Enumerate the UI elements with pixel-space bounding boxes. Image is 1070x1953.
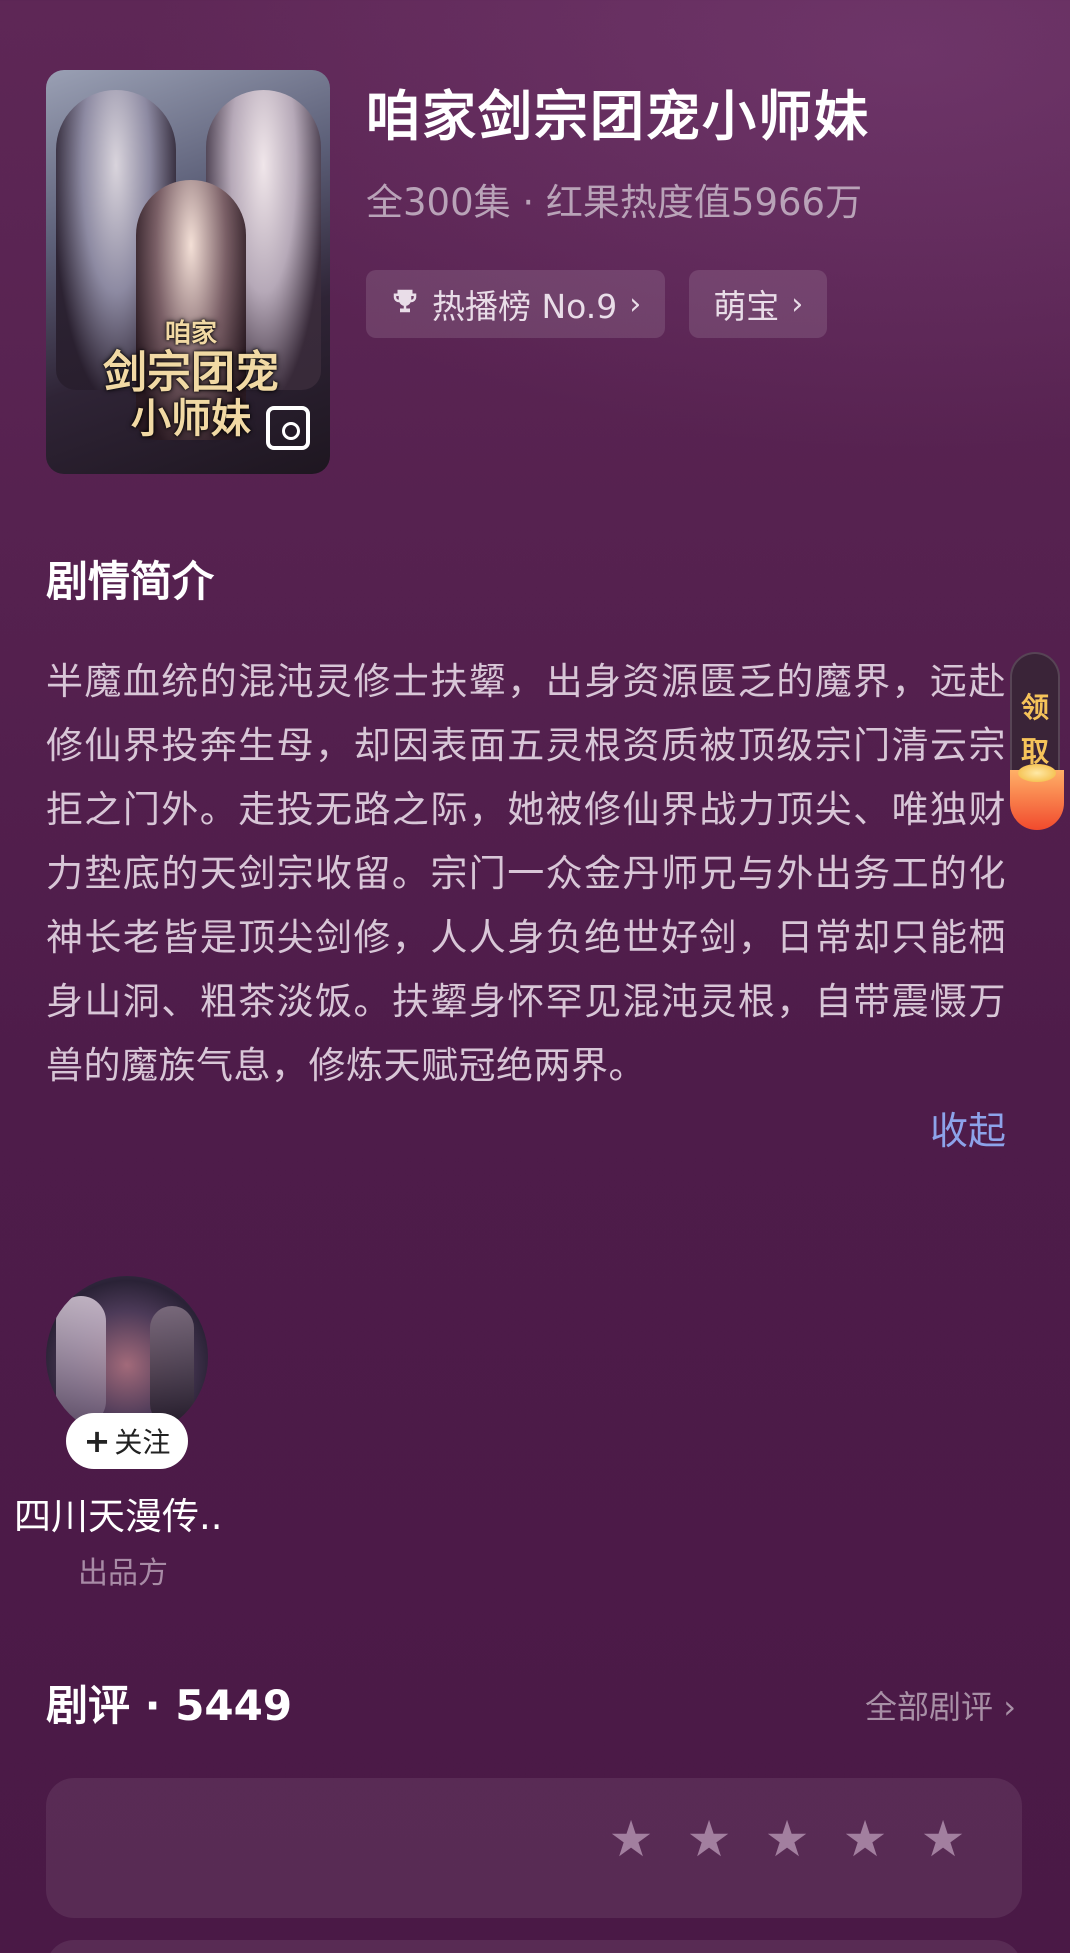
producer-name[interactable]: 四川天漫传..	[14, 1486, 223, 1540]
star-icon[interactable]: ★	[608, 1814, 654, 1864]
rate-card[interactable]: ★ ★ ★ ★ ★	[46, 1778, 1022, 1918]
star-icon[interactable]: ★	[686, 1814, 732, 1864]
star-icon[interactable]: ★	[920, 1814, 966, 1864]
reviews-heading: 剧评 · 5449	[46, 1681, 293, 1730]
synopsis-text: 半魔血统的混沌灵修士扶颦，出身资源匮乏的魔界，远赴修仙界投奔生母，却因表面五灵根…	[46, 660, 1006, 1087]
cover-image[interactable]: 咱家 剑宗团宠 小师妹	[46, 70, 330, 474]
follow-label: 关注	[114, 1426, 171, 1459]
collapse-link[interactable]: 收起	[930, 1100, 1006, 1155]
claim-reward-button[interactable]: 领 取	[1010, 652, 1064, 830]
tag-label: 热播榜 No.9	[432, 287, 618, 326]
tag-ranking[interactable]: 热播榜 No.9 ›	[366, 270, 666, 338]
producer-role: 出品方	[78, 1556, 168, 1591]
follow-button[interactable]: + 关注	[66, 1413, 188, 1469]
show-title: 咱家剑宗团宠小师妹	[366, 85, 870, 148]
chevron-right-icon: ›	[791, 286, 804, 322]
star-icon[interactable]: ★	[842, 1814, 888, 1864]
cover-title-art-line: 剑宗团宠	[103, 346, 279, 398]
review-card-next	[46, 1940, 1022, 1953]
tag-row: 热播榜 No.9 › 萌宝 ›	[366, 270, 828, 338]
synopsis-heading: 剧情简介	[46, 557, 215, 606]
chevron-right-icon: ›	[629, 286, 642, 322]
badge-logo-icon	[266, 406, 310, 450]
cover-title-art-line: 咱家	[164, 319, 217, 349]
cover-title-art-line: 小师妹	[131, 394, 251, 442]
all-reviews-link[interactable]: 全部剧评 ›	[865, 1682, 1016, 1728]
star-rating[interactable]: ★ ★ ★ ★ ★	[608, 1814, 966, 1864]
plus-icon: +	[83, 1422, 111, 1460]
red-envelope-icon	[1010, 764, 1064, 830]
tag-label: 萌宝	[713, 287, 780, 326]
trophy-icon	[390, 285, 420, 324]
show-subtitle: 全300集 · 红果热度值5966万	[366, 181, 863, 224]
cover-title-art: 咱家 剑宗团宠 小师妹	[86, 320, 296, 441]
reward-label: 领	[1020, 691, 1049, 724]
tag-genre[interactable]: 萌宝 ›	[689, 270, 828, 338]
star-icon[interactable]: ★	[764, 1814, 810, 1864]
